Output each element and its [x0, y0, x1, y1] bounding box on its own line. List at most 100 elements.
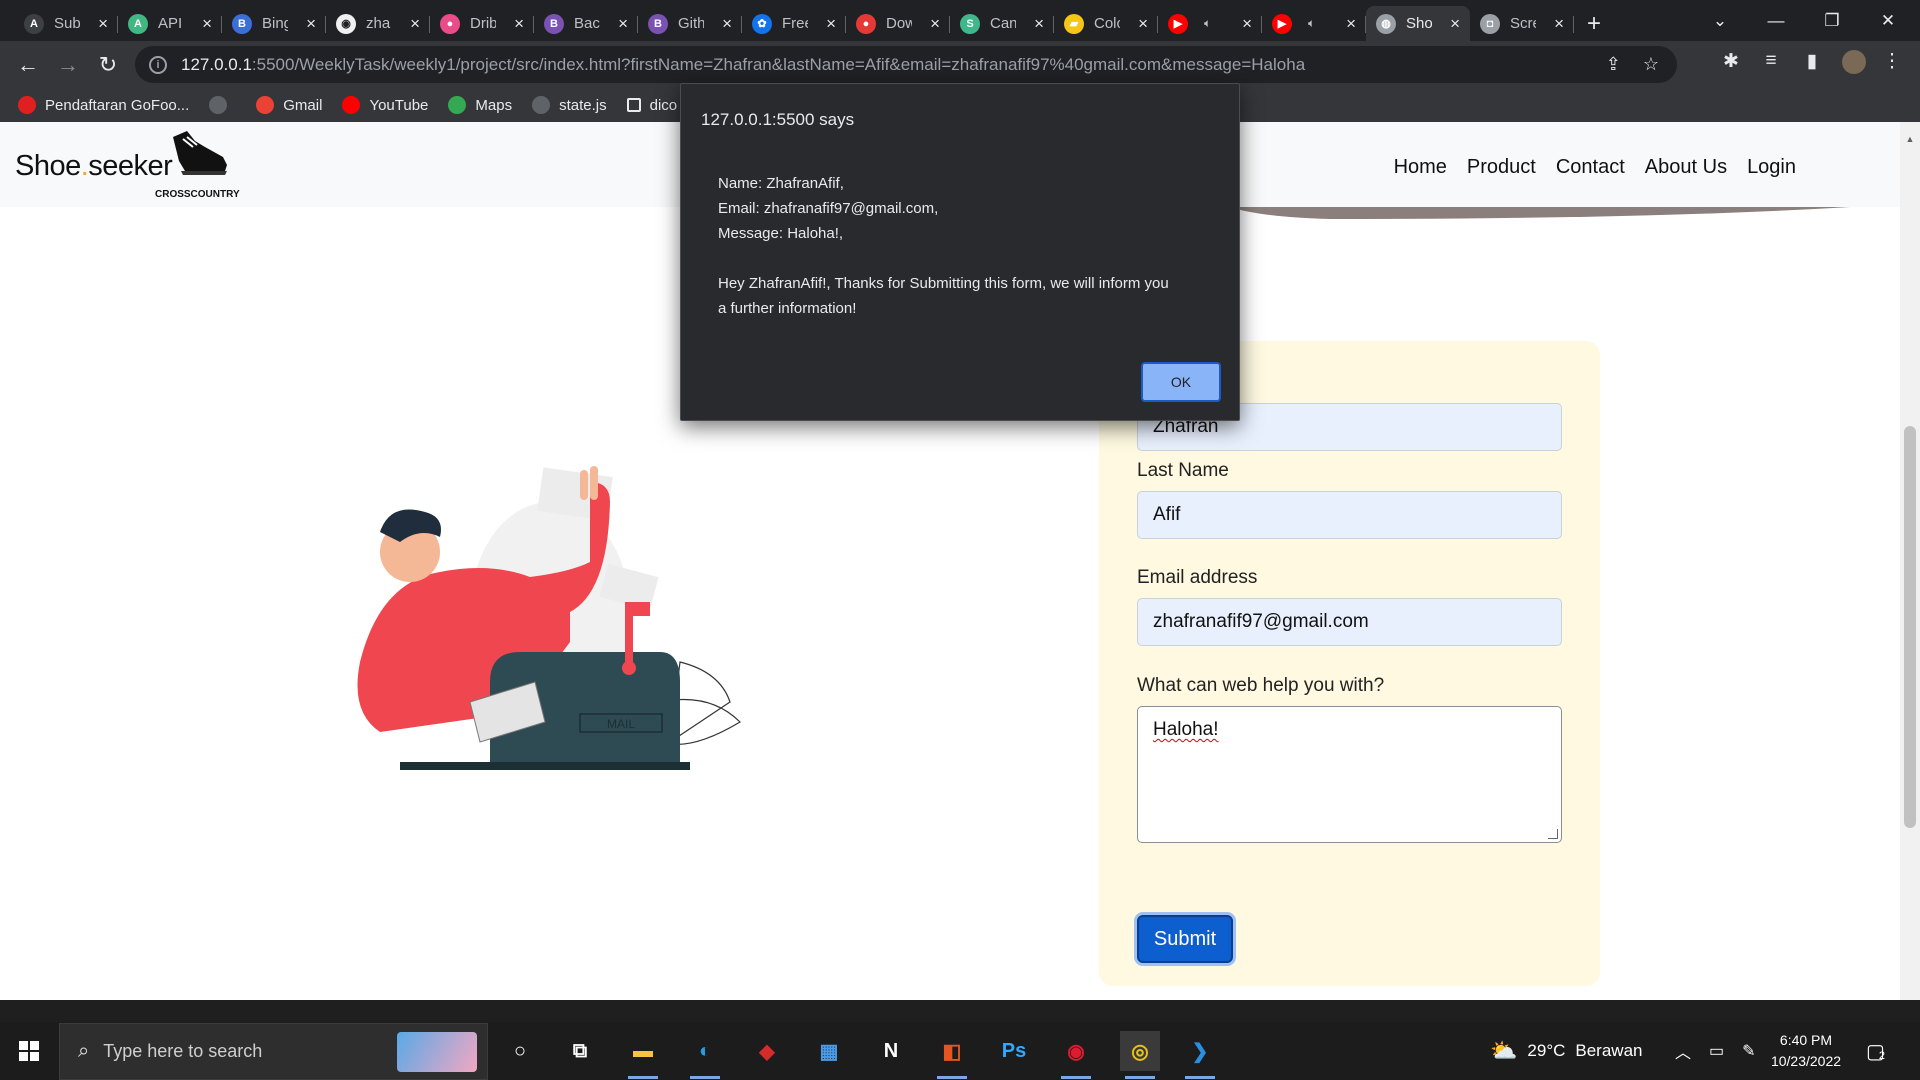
resize-handle[interactable] — [1548, 829, 1558, 839]
last-name-input[interactable]: Afif — [1137, 491, 1562, 539]
email-input[interactable]: zhafranafif97@gmail.com — [1137, 598, 1562, 646]
tab-close-icon[interactable]: × — [1346, 14, 1356, 34]
minimize-button[interactable]: — — [1748, 0, 1804, 41]
brand-logo[interactable]: Shoe.seeker — [15, 150, 173, 183]
browser-tab[interactable]: ▶ 🔈︎ × — [1158, 6, 1262, 41]
globe-icon — [209, 96, 228, 114]
alert-ok-button[interactable]: OK — [1141, 362, 1221, 402]
address-bar[interactable]: i 127.0.0.1:5500/WeeklyTask/weekly1/proj… — [135, 46, 1677, 83]
profile-avatar[interactable] — [1839, 50, 1869, 80]
alert-dialog: 127.0.0.1:5500 says Name: ZhafranAfif, E… — [680, 83, 1240, 421]
tab-close-icon[interactable]: × — [1138, 14, 1148, 34]
tray-chevron-up-icon[interactable]: ︿ — [1675, 1039, 1691, 1063]
browser-tab[interactable]: S Can × — [950, 6, 1054, 41]
browser-tab[interactable]: B Back × — [534, 6, 638, 41]
office-icon[interactable]: ◧ — [932, 1031, 972, 1079]
weather-widget[interactable]: ⛅ 29°C Berawan — [1490, 1022, 1643, 1080]
alert-line-message: Message: Haloha!, — [718, 225, 844, 242]
bookmark-item[interactable]: Maps — [448, 96, 512, 114]
browser-menu-icon[interactable]: ⋮ — [1877, 50, 1907, 73]
browser-tab[interactable]: ◘ Scre × — [1470, 6, 1574, 41]
nav-contact-link[interactable]: Contact — [1556, 156, 1625, 179]
browser-tab[interactable]: ▶ 🔈︎ × — [1262, 6, 1366, 41]
app-red-icon[interactable]: ◉ — [1056, 1031, 1096, 1079]
extensions-icon[interactable]: ✱ — [1716, 50, 1746, 73]
notification-center[interactable]: ▢ 2 — [1866, 1022, 1885, 1080]
tab-close-icon[interactable]: × — [1554, 14, 1564, 34]
windows-start-icon[interactable] — [0, 1022, 58, 1080]
scroll-up-icon[interactable]: ▲ — [1904, 134, 1916, 148]
tray-network-icon[interactable]: ▭ — [1709, 1041, 1724, 1061]
taskbar-search[interactable]: ⌕ Type here to search — [59, 1023, 488, 1080]
tab-close-icon[interactable]: × — [618, 14, 628, 34]
nav-about-link[interactable]: About Us — [1645, 156, 1727, 179]
nav-login-link[interactable]: Login — [1747, 156, 1796, 179]
tab-close-icon[interactable]: × — [930, 14, 940, 34]
share-icon[interactable]: ⇪ — [1606, 54, 1621, 75]
browser-tab[interactable]: ◉ zha × — [326, 6, 430, 41]
bookmark-item[interactable]: Gmail — [256, 96, 322, 114]
browser-tab[interactable]: ▰ Colo × — [1054, 6, 1158, 41]
bookmark-item[interactable]: Pendaftaran GoFoo... — [18, 96, 189, 114]
bookmark-star-icon[interactable]: ☆ — [1643, 54, 1659, 75]
tab-close-icon[interactable]: × — [514, 14, 524, 34]
browser-tab[interactable]: ● Drib × — [430, 6, 534, 41]
taskbar-clock[interactable]: 6:40 PM 10/23/2022 — [1756, 1030, 1856, 1072]
browser-tab[interactable]: ● Dow × — [846, 6, 950, 41]
tab-close-icon[interactable]: × — [1034, 14, 1044, 34]
photoshop-icon[interactable]: Ps — [994, 1031, 1034, 1071]
reload-icon[interactable]: ↻ — [88, 47, 128, 83]
browser-tab[interactable]: ✿ Free × — [742, 6, 846, 41]
tab-search-button[interactable]: ⌄ — [1692, 0, 1748, 41]
bookmark-item[interactable] — [209, 96, 236, 114]
tab-close-icon[interactable]: × — [1450, 14, 1460, 34]
file-explorer-icon[interactable]: ▬ — [623, 1031, 663, 1079]
back-icon[interactable]: ← — [8, 47, 48, 83]
notion-icon[interactable]: N — [871, 1031, 911, 1071]
tab-close-icon[interactable]: × — [1242, 14, 1252, 34]
browser-tab[interactable]: ◍ Sho × — [1366, 6, 1470, 41]
clock-date: 10/23/2022 — [1770, 1053, 1842, 1069]
side-panel-icon[interactable]: ▮ — [1797, 50, 1827, 73]
submit-button[interactable]: Submit — [1137, 915, 1233, 963]
url-path: :5500/WeeklyTask/weekly1/project/src/ind… — [251, 54, 1306, 74]
tab-audio-icon[interactable]: 🔈︎ — [1204, 16, 1211, 31]
dribbble-icon: ● — [440, 13, 460, 34]
new-tab-button[interactable]: + — [1574, 6, 1614, 41]
tab-close-icon[interactable]: × — [826, 14, 836, 34]
tab-close-icon[interactable]: × — [722, 14, 732, 34]
nav-home-link[interactable]: Home — [1394, 156, 1447, 179]
browser-tab[interactable]: B Bing × — [222, 6, 326, 41]
close-window-button[interactable]: ✕ — [1860, 0, 1916, 41]
browser-tab[interactable]: A Sub × — [14, 6, 118, 41]
tab-close-icon[interactable]: × — [410, 14, 420, 34]
bookmark-item[interactable]: state.js — [532, 96, 607, 114]
message-textarea[interactable]: Haloha! — [1137, 706, 1562, 843]
site-info-icon[interactable]: i — [149, 55, 167, 74]
bookmark-item[interactable]: YouTube — [342, 96, 428, 114]
bookmark-label: Maps — [475, 96, 513, 114]
scrollbar-thumb[interactable] — [1904, 426, 1916, 828]
chrome-icon[interactable]: ◎ — [1120, 1031, 1160, 1079]
tab-close-icon[interactable]: × — [306, 14, 316, 34]
vpn-icon[interactable]: ◆ — [747, 1031, 787, 1071]
edge-icon[interactable]: ◐ — [685, 1031, 725, 1079]
mailbox-label: MAIL — [607, 717, 635, 731]
youtube-icon: ▶ — [1168, 13, 1188, 34]
vscode-icon[interactable]: ❯ — [1180, 1031, 1220, 1079]
nav-product-link[interactable]: Product — [1467, 156, 1536, 179]
media-control-icon[interactable]: ≡ — [1756, 50, 1786, 72]
task-view-icon[interactable]: ⧉ — [560, 1031, 600, 1071]
restore-button[interactable]: ❐ — [1804, 0, 1860, 41]
store-icon[interactable]: ▦ — [809, 1031, 849, 1071]
tray-pen-icon[interactable]: ✎ — [1742, 1041, 1755, 1061]
browser-tab[interactable]: B Gith × — [638, 6, 742, 41]
tab-audio-icon[interactable]: 🔈︎ — [1308, 16, 1315, 31]
tab-close-icon[interactable]: × — [98, 14, 108, 34]
bookmark-label: Pendaftaran GoFoo... — [45, 96, 190, 114]
tab-close-icon[interactable]: × — [202, 14, 212, 34]
bookmark-item[interactable]: dico — [626, 97, 677, 114]
cortana-icon[interactable]: ○ — [500, 1031, 540, 1071]
forward-icon[interactable]: → — [48, 47, 88, 83]
browser-tab[interactable]: A API × — [118, 6, 222, 41]
